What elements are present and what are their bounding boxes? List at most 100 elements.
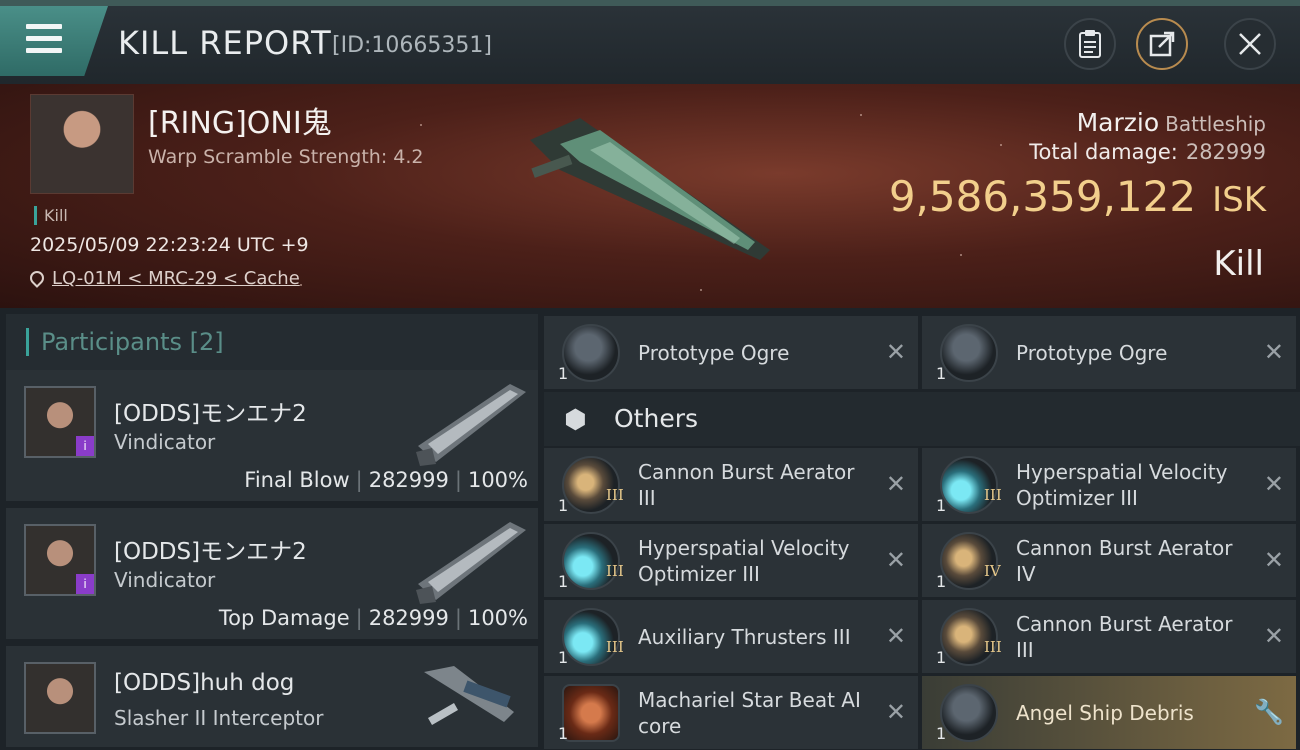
share-button[interactable] (1136, 18, 1188, 70)
item-slot[interactable]: 1 Prototype Ogre ✕ (544, 316, 918, 389)
item-name: Auxiliary Thrusters III (638, 624, 851, 649)
item-name: Hyperspatial Velocity Optimizer III (638, 535, 850, 586)
item-slot[interactable]: IV 1 Cannon Burst Aerator IV ✕ (922, 524, 1296, 597)
share-icon (1149, 31, 1175, 57)
item-quantity: 1 (558, 572, 569, 591)
drone-icon (562, 324, 620, 382)
participant-percent: 100% (467, 606, 528, 630)
cube-icon: ⬢ (564, 405, 587, 435)
destroyed-icon: ✕ (885, 698, 906, 726)
avatar[interactable]: i (24, 524, 96, 596)
destroyed-icon: ✕ (885, 338, 906, 366)
participant-row[interactable]: [ODDS]huh dog Slasher II Interceptor (6, 646, 538, 750)
cannon-burst-aerator-icon (940, 608, 998, 666)
location-link[interactable]: LQ-01M < MRC-29 < Cache (27, 268, 300, 289)
item-slot[interactable]: 1 Angel Ship Debris 🔧 (922, 676, 1296, 749)
participant-stats: Final Blow | 282999 | 100% (244, 468, 528, 492)
participant-ship: Slasher II Interceptor (114, 706, 324, 730)
ship-debris-icon (940, 684, 998, 742)
separator: | (355, 468, 363, 492)
destroyed-icon: ✕ (885, 470, 906, 498)
separator: | (454, 606, 462, 630)
participants-label: Participants [2] (26, 328, 224, 356)
item-slot[interactable]: III 1 Hyperspatial Velocity Optimizer II… (544, 524, 918, 597)
item-slot[interactable]: III 1 Cannon Burst Aerator III ✕ (922, 600, 1296, 673)
participant-damage: 282999 (368, 468, 449, 492)
auxiliary-thrusters-icon (562, 608, 620, 666)
item-slot[interactable]: 1 Machariel Star Beat AI core ✕ (544, 676, 918, 749)
participant-name: [ODDS]huh dog (114, 670, 295, 696)
item-name: Prototype Ogre (638, 340, 790, 365)
destroyed-icon: ✕ (1263, 338, 1284, 366)
velocity-optimizer-icon (940, 456, 998, 514)
menu-button[interactable] (0, 6, 108, 76)
avatar[interactable]: i (24, 386, 96, 458)
item-tier: III (984, 486, 1002, 504)
ship-class: Battleship (1165, 112, 1266, 136)
isk-amount: 9,586,359,122 (888, 172, 1197, 221)
ai-core-icon (562, 684, 620, 742)
participants-panel: Participants [2] i [ODDS]モンエナ2 Vindicato… (0, 308, 540, 750)
victim-portrait[interactable] (30, 94, 134, 194)
total-damage-value: 282999 (1185, 140, 1266, 164)
item-tier: III (606, 562, 624, 580)
others-label: Others (614, 404, 699, 433)
item-quantity: 1 (936, 364, 947, 383)
participant-row[interactable]: i [ODDS]モンエナ2 Vindicator Final Blow | 2829… (6, 370, 538, 504)
ship-image (530, 118, 770, 260)
close-icon (1239, 33, 1261, 55)
item-slot[interactable]: III 1 Cannon Burst Aerator III ✕ (544, 448, 918, 521)
item-name: Angel Ship Debris (1016, 700, 1194, 725)
ship-name[interactable]: Marzio Battleship (1077, 108, 1266, 137)
participant-stats: Top Damage | 282999 | 100% (219, 606, 528, 630)
location-text: LQ-01M < MRC-29 < Cache (52, 268, 300, 289)
item-slot[interactable]: III 1 Auxiliary Thrusters III ✕ (544, 600, 918, 673)
clipboard-icon (1079, 30, 1101, 58)
top-bar: KILL REPORT [ID:10665351] (0, 0, 1300, 84)
total-damage: Total damage: 282999 (1029, 140, 1266, 164)
warp-scramble-strength: Warp Scramble Strength: 4.2 (148, 146, 424, 168)
participant-ship-image (416, 522, 526, 604)
participant-ship-image (424, 666, 514, 725)
velocity-optimizer-icon (562, 532, 620, 590)
drone-icon (940, 324, 998, 382)
item-name: Cannon Burst Aerator IV (1016, 535, 1233, 586)
destroyed-icon: ✕ (1263, 470, 1284, 498)
participants-header: Participants [2] (6, 314, 538, 372)
kill-outcome: Kill (1213, 244, 1264, 284)
participants-count: [2] (189, 328, 224, 356)
kill-id[interactable]: [ID:10665351] (332, 33, 492, 58)
separator: | (454, 468, 462, 492)
close-button[interactable] (1224, 18, 1276, 70)
item-quantity: 1 (936, 724, 947, 743)
participants-label-text: Participants (41, 328, 182, 356)
item-slot[interactable]: III 1 Hyperspatial Velocity Optimizer II… (922, 448, 1296, 521)
destroyed-icon: ✕ (885, 622, 906, 650)
wrench-icon[interactable]: 🔧 (1254, 698, 1284, 726)
participant-row[interactable]: i [ODDS]モンエナ2 Vindicator Top Damage | 2829… (6, 508, 538, 642)
item-tier: III (984, 638, 1002, 656)
info-badge-icon: i (76, 574, 94, 594)
participant-role: Final Blow (244, 468, 350, 492)
clipboard-button[interactable] (1064, 18, 1116, 70)
participant-name: [ODDS]モンエナ2 (114, 539, 307, 565)
item-slot[interactable]: 1 Prototype Ogre ✕ (922, 316, 1296, 389)
participant-role: Top Damage (218, 606, 350, 630)
item-quantity: 1 (558, 648, 569, 667)
hamburger-icon (26, 24, 62, 60)
page-title: KILL REPORT (118, 24, 332, 62)
avatar[interactable] (24, 662, 96, 734)
victim-name[interactable]: [RING]ONI鬼 (148, 98, 332, 142)
item-tier: III (606, 486, 624, 504)
item-tier: IV (984, 562, 1001, 580)
participant-ship: Vindicator (114, 430, 216, 454)
participant-name: [ODDS]モンエナ2 (114, 401, 307, 427)
destroyed-icon: ✕ (885, 546, 906, 574)
item-tier: III (606, 638, 624, 656)
item-name: Cannon Burst Aerator III (638, 459, 855, 510)
participant-damage: 282999 (368, 606, 449, 630)
ship-name-text: Marzio (1076, 108, 1160, 137)
item-name: Machariel Star Beat AI core (638, 687, 861, 738)
participant-percent: 100% (467, 468, 528, 492)
item-quantity: 1 (558, 496, 569, 515)
